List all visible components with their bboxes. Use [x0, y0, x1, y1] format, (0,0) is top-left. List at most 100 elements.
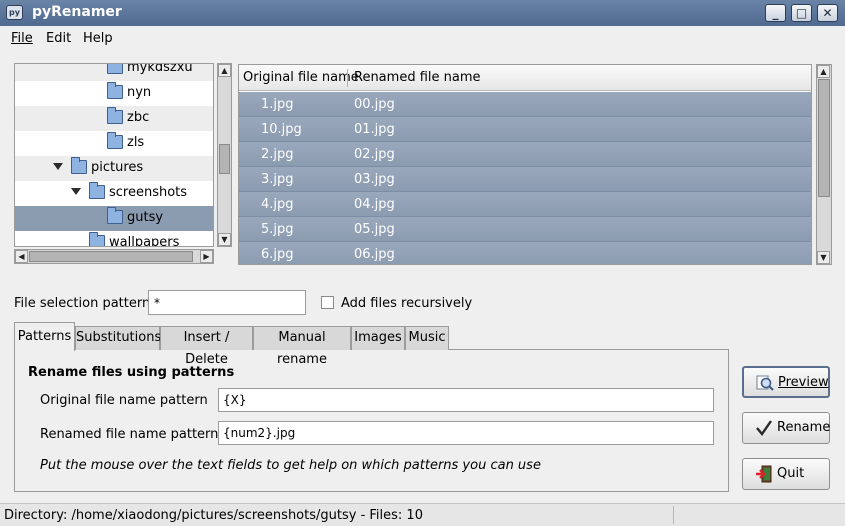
tree-item[interactable]: pictures — [15, 156, 213, 181]
original-name-cell: 3.jpg — [261, 172, 294, 187]
tree-item-label: mykdszxu — [127, 63, 193, 75]
table-row[interactable]: 4.jpg 04.jpg — [239, 192, 811, 217]
tree-item-label: nyn — [127, 85, 152, 100]
folder-icon — [107, 64, 123, 74]
file-selection-pattern-input[interactable] — [148, 290, 306, 315]
add-recursively-checkbox[interactable] — [321, 296, 334, 309]
scroll-up-icon[interactable]: ▲ — [817, 65, 830, 78]
tab-insert-delete[interactable]: Insert / Delete — [160, 326, 253, 367]
tree-item-label: screenshots — [109, 185, 188, 200]
renamed-name-cell: 02.jpg — [354, 147, 395, 162]
file-list-header: Original file name Renamed file name — [239, 65, 811, 91]
tree-item-label: pictures — [91, 160, 144, 175]
title-bar[interactable]: py pyRenamer _ □ ✕ — [0, 0, 845, 26]
tab-music[interactable]: Music — [405, 326, 449, 350]
original-name-cell: 10.jpg — [261, 122, 302, 137]
original-name-cell: 2.jpg — [261, 147, 294, 162]
tab-substitutions[interactable]: Substitutions — [75, 326, 161, 350]
renamed-name-cell: 05.jpg — [354, 222, 395, 237]
scroll-up-icon[interactable]: ▲ — [218, 64, 231, 77]
original-name-cell: 4.jpg — [261, 197, 294, 212]
exit-door-icon — [756, 465, 772, 483]
folder-icon — [107, 207, 123, 224]
tree-item-label: zls — [127, 135, 145, 150]
preview-button[interactable]: Preview — [742, 366, 830, 398]
folder-icon — [107, 132, 123, 149]
column-separator — [347, 69, 348, 87]
folder-icon — [89, 232, 105, 246]
magnifier-icon — [756, 375, 774, 391]
renamed-pattern-input[interactable] — [218, 421, 714, 445]
tab-patterns[interactable]: Patterns — [14, 322, 75, 351]
tree-item-label: zbc — [127, 110, 150, 125]
tree-horizontal-scrollbar[interactable]: ◀ ▶ — [14, 249, 214, 264]
rename-button[interactable]: Rename — [742, 412, 830, 444]
table-row[interactable]: 3.jpg 03.jpg — [239, 167, 811, 192]
file-list-scrollbar[interactable]: ▲ ▼ — [816, 64, 832, 265]
table-row[interactable]: 5.jpg 05.jpg — [239, 217, 811, 242]
table-row[interactable]: 1.jpg 00.jpg — [239, 92, 811, 117]
table-row[interactable]: 10.jpg 01.jpg — [239, 117, 811, 142]
tree-item-label: gutsy — [127, 210, 164, 225]
original-name-cell: 1.jpg — [261, 97, 294, 112]
quit-button[interactable]: Quit — [742, 458, 830, 490]
list-vscroll-thumb[interactable] — [818, 79, 830, 197]
folder-icon — [107, 82, 123, 99]
scroll-down-icon[interactable]: ▼ — [218, 233, 231, 246]
tab-manual-rename[interactable]: Manual rename — [253, 326, 351, 367]
tree-item[interactable]: nyn — [15, 81, 213, 106]
patterns-heading: Rename files using patterns — [28, 365, 235, 380]
close-button[interactable]: ✕ — [817, 4, 838, 22]
tree-hscroll-thumb[interactable] — [29, 251, 193, 262]
patterns-help-text: Put the mouse over the text fields to ge… — [40, 458, 541, 473]
status-text: Directory: /home/xiaodong/pictures/scree… — [4, 508, 423, 523]
menu-bar: File Edit Help — [0, 26, 845, 52]
checkmark-icon — [756, 420, 772, 436]
renamed-pattern-label: Renamed file name pattern — [40, 427, 219, 442]
original-pattern-label: Original file name pattern — [40, 393, 208, 408]
tree-item-label: wallpapers — [109, 235, 180, 247]
renamed-name-cell: 03.jpg — [354, 172, 395, 187]
file-selection-pattern-label: File selection pattern — [14, 296, 151, 311]
scroll-left-icon[interactable]: ◀ — [15, 250, 28, 263]
tree-item[interactable]: zbc — [15, 106, 213, 131]
rename-button-label: Rename — [777, 420, 831, 435]
tree-item[interactable]: wallpapers — [15, 231, 213, 247]
folder-icon — [107, 107, 123, 124]
table-row[interactable]: 2.jpg 02.jpg — [239, 142, 811, 167]
file-list[interactable]: Original file name Renamed file name 1.j… — [238, 64, 812, 265]
column-original-name[interactable]: Original file name — [243, 70, 359, 85]
tree-item[interactable]: screenshots — [15, 181, 213, 206]
scroll-right-icon[interactable]: ▶ — [200, 250, 213, 263]
tree-vertical-scrollbar[interactable]: ▲ ▼ — [217, 63, 232, 247]
tree-vscroll-thumb[interactable] — [219, 144, 230, 174]
column-renamed-name[interactable]: Renamed file name — [354, 70, 481, 85]
menu-edit[interactable]: Edit — [46, 31, 71, 46]
tree-item[interactable]: mykdszxu — [15, 63, 213, 81]
renamed-name-cell: 04.jpg — [354, 197, 395, 212]
folder-tree[interactable]: mykdszxu nyn zbc zls pictures screenshots guts… — [14, 63, 214, 247]
status-bar: Directory: /home/xiaodong/pictures/scree… — [0, 503, 845, 526]
tree-item[interactable]: gutsy — [15, 206, 213, 231]
app-icon: py — [6, 5, 23, 20]
status-separator — [673, 506, 674, 524]
original-pattern-input[interactable] — [218, 388, 714, 412]
expander-triangle-icon[interactable] — [53, 163, 63, 170]
folder-icon — [89, 182, 105, 199]
add-recursively-label[interactable]: Add files recursively — [341, 296, 472, 311]
original-name-cell: 5.jpg — [261, 222, 294, 237]
minimize-button[interactable]: _ — [765, 4, 786, 22]
preview-button-label: Preview — [778, 375, 829, 390]
menu-help[interactable]: Help — [83, 31, 113, 46]
maximize-button[interactable]: □ — [791, 4, 812, 22]
menu-file[interactable]: File — [11, 31, 33, 46]
tab-images[interactable]: Images — [351, 326, 405, 350]
expander-triangle-icon[interactable] — [71, 188, 81, 195]
scroll-down-icon[interactable]: ▼ — [817, 251, 830, 264]
renamed-name-cell: 06.jpg — [354, 247, 395, 262]
quit-button-label: Quit — [777, 466, 805, 481]
table-row[interactable]: 6.jpg 06.jpg — [239, 242, 811, 264]
folder-icon — [71, 157, 87, 174]
original-name-cell: 6.jpg — [261, 247, 294, 262]
tree-item[interactable]: zls — [15, 131, 213, 156]
